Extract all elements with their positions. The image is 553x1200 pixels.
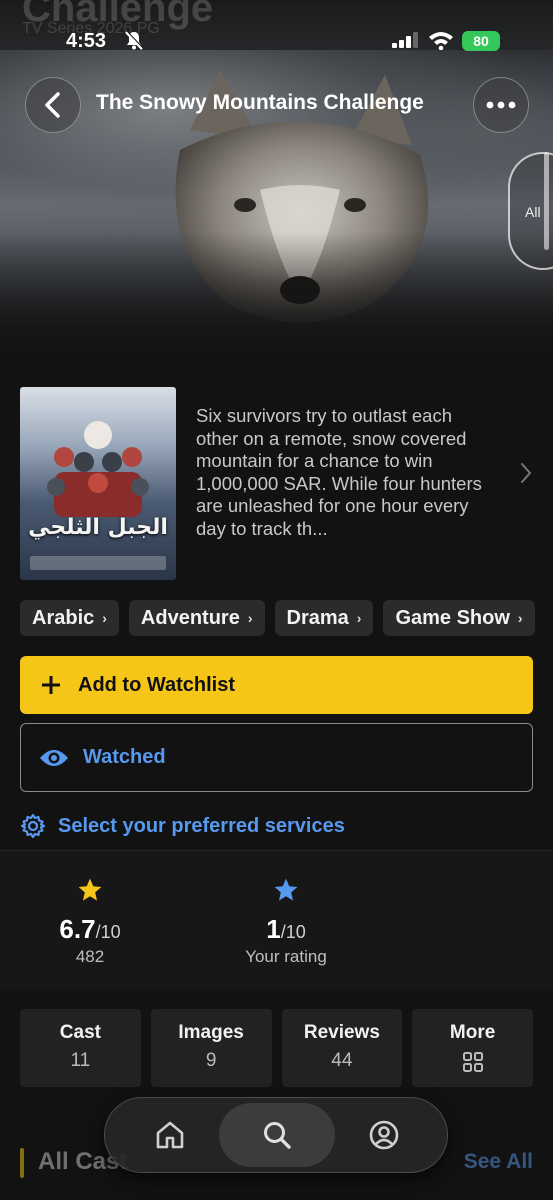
eye-icon <box>40 749 68 766</box>
hero-fade <box>0 232 553 372</box>
genre-chip-label: Adventure <box>140 606 240 629</box>
battery-indicator: 80 <box>462 31 500 51</box>
your-rating-label: Your rating <box>245 947 327 966</box>
profile-icon <box>369 1120 399 1150</box>
your-rating[interactable]: 1/10 Your rating <box>196 877 376 967</box>
imdb-rating[interactable]: 6.7/10 482 <box>0 877 180 967</box>
tile-label: Images <box>178 1022 244 1043</box>
genre-chip[interactable]: Arabic › <box>20 600 119 636</box>
home-icon <box>156 1121 184 1149</box>
all-media-label: All <box>525 204 541 220</box>
genre-chip[interactable]: Adventure › <box>128 600 265 636</box>
plus-icon <box>42 676 60 694</box>
status-bar: 4:53 80 <box>0 0 553 58</box>
chevron-left-icon <box>45 92 60 118</box>
poster-title: الجبل الثلجي <box>28 515 168 540</box>
tile-value: 9 <box>205 1050 217 1071</box>
page-title: The Snowy Mountains Challenge <box>96 91 424 114</box>
tile-label: Reviews <box>303 1022 380 1043</box>
select-services-link[interactable]: Select your preferred services <box>20 813 345 839</box>
your-score: 1 <box>266 914 281 944</box>
bell-muted-icon <box>125 30 144 50</box>
gear-icon <box>20 813 46 839</box>
star-filled-icon <box>78 878 102 901</box>
watched-label: Watched <box>83 746 166 768</box>
add-to-watchlist-button[interactable]: Add to Watchlist <box>20 656 533 714</box>
see-all-link[interactable]: See All <box>464 1150 533 1174</box>
tile-value: 44 <box>331 1050 353 1071</box>
chevron-right-icon: › <box>247 610 253 626</box>
imdb-out-of: /10 <box>95 922 121 942</box>
tab-profile[interactable] <box>326 1103 442 1167</box>
poster-figures <box>47 421 149 517</box>
status-time: 4:53 <box>66 30 107 52</box>
poster-image[interactable]: الجبل الثلجي <box>20 387 176 580</box>
chevron-right-icon: › <box>517 610 523 626</box>
chevron-right-icon[interactable] <box>520 462 532 484</box>
genre-chip-label: Drama <box>286 606 349 629</box>
ellipsis-icon <box>486 101 516 109</box>
search-icon <box>264 1122 291 1149</box>
chevron-right-icon: › <box>102 610 107 626</box>
reviews-tile[interactable]: Reviews 44 <box>281 1009 403 1087</box>
add-to-watchlist-label: Add to Watchlist <box>78 673 236 696</box>
bottom-tab-bar <box>104 1097 448 1173</box>
tile-label: More <box>449 1022 496 1043</box>
star-blue-icon <box>274 878 298 901</box>
genre-chips: Arabic › Adventure › Drama › Game Show › <box>20 600 553 636</box>
more-options-button[interactable] <box>473 77 529 133</box>
back-button[interactable] <box>25 77 81 133</box>
tab-search[interactable] <box>219 1103 335 1167</box>
ratings-section: 6.7/10 482 1/10 Your rating <box>0 851 553 991</box>
tile-value: 11 <box>70 1050 91 1071</box>
cast-tile[interactable]: Cast 11 <box>20 1009 141 1087</box>
detail-tiles: Cast 11 Images 9 Reviews 44 More <box>20 1009 533 1087</box>
genre-chip-label: Arabic <box>32 606 95 629</box>
section-accent-bar <box>20 1148 24 1178</box>
genre-chip[interactable]: Game Show › <box>383 600 535 636</box>
rating-count: 482 <box>75 947 105 966</box>
scroll-indicator <box>544 152 549 250</box>
select-services-label: Select your preferred services <box>58 814 345 837</box>
wifi-icon <box>429 32 453 50</box>
genre-chip-label: Game Show <box>395 606 510 629</box>
cellular-signal-icon <box>392 32 418 48</box>
genre-chip[interactable]: Drama › <box>274 600 374 636</box>
tile-label: Cast <box>59 1022 101 1043</box>
imdb-score: 6.7 <box>59 914 96 944</box>
chevron-right-icon: › <box>356 610 362 626</box>
your-out-of: /10 <box>280 922 306 942</box>
more-tile[interactable]: More <box>412 1009 533 1087</box>
grid-icon <box>462 1052 483 1072</box>
images-tile[interactable]: Images 9 <box>150 1009 272 1087</box>
poster-credits <box>30 556 166 570</box>
watched-button[interactable]: Watched <box>20 723 533 792</box>
tab-home[interactable] <box>112 1103 228 1167</box>
plot-description[interactable]: Six survivors try to outlast each other … <box>196 405 496 541</box>
